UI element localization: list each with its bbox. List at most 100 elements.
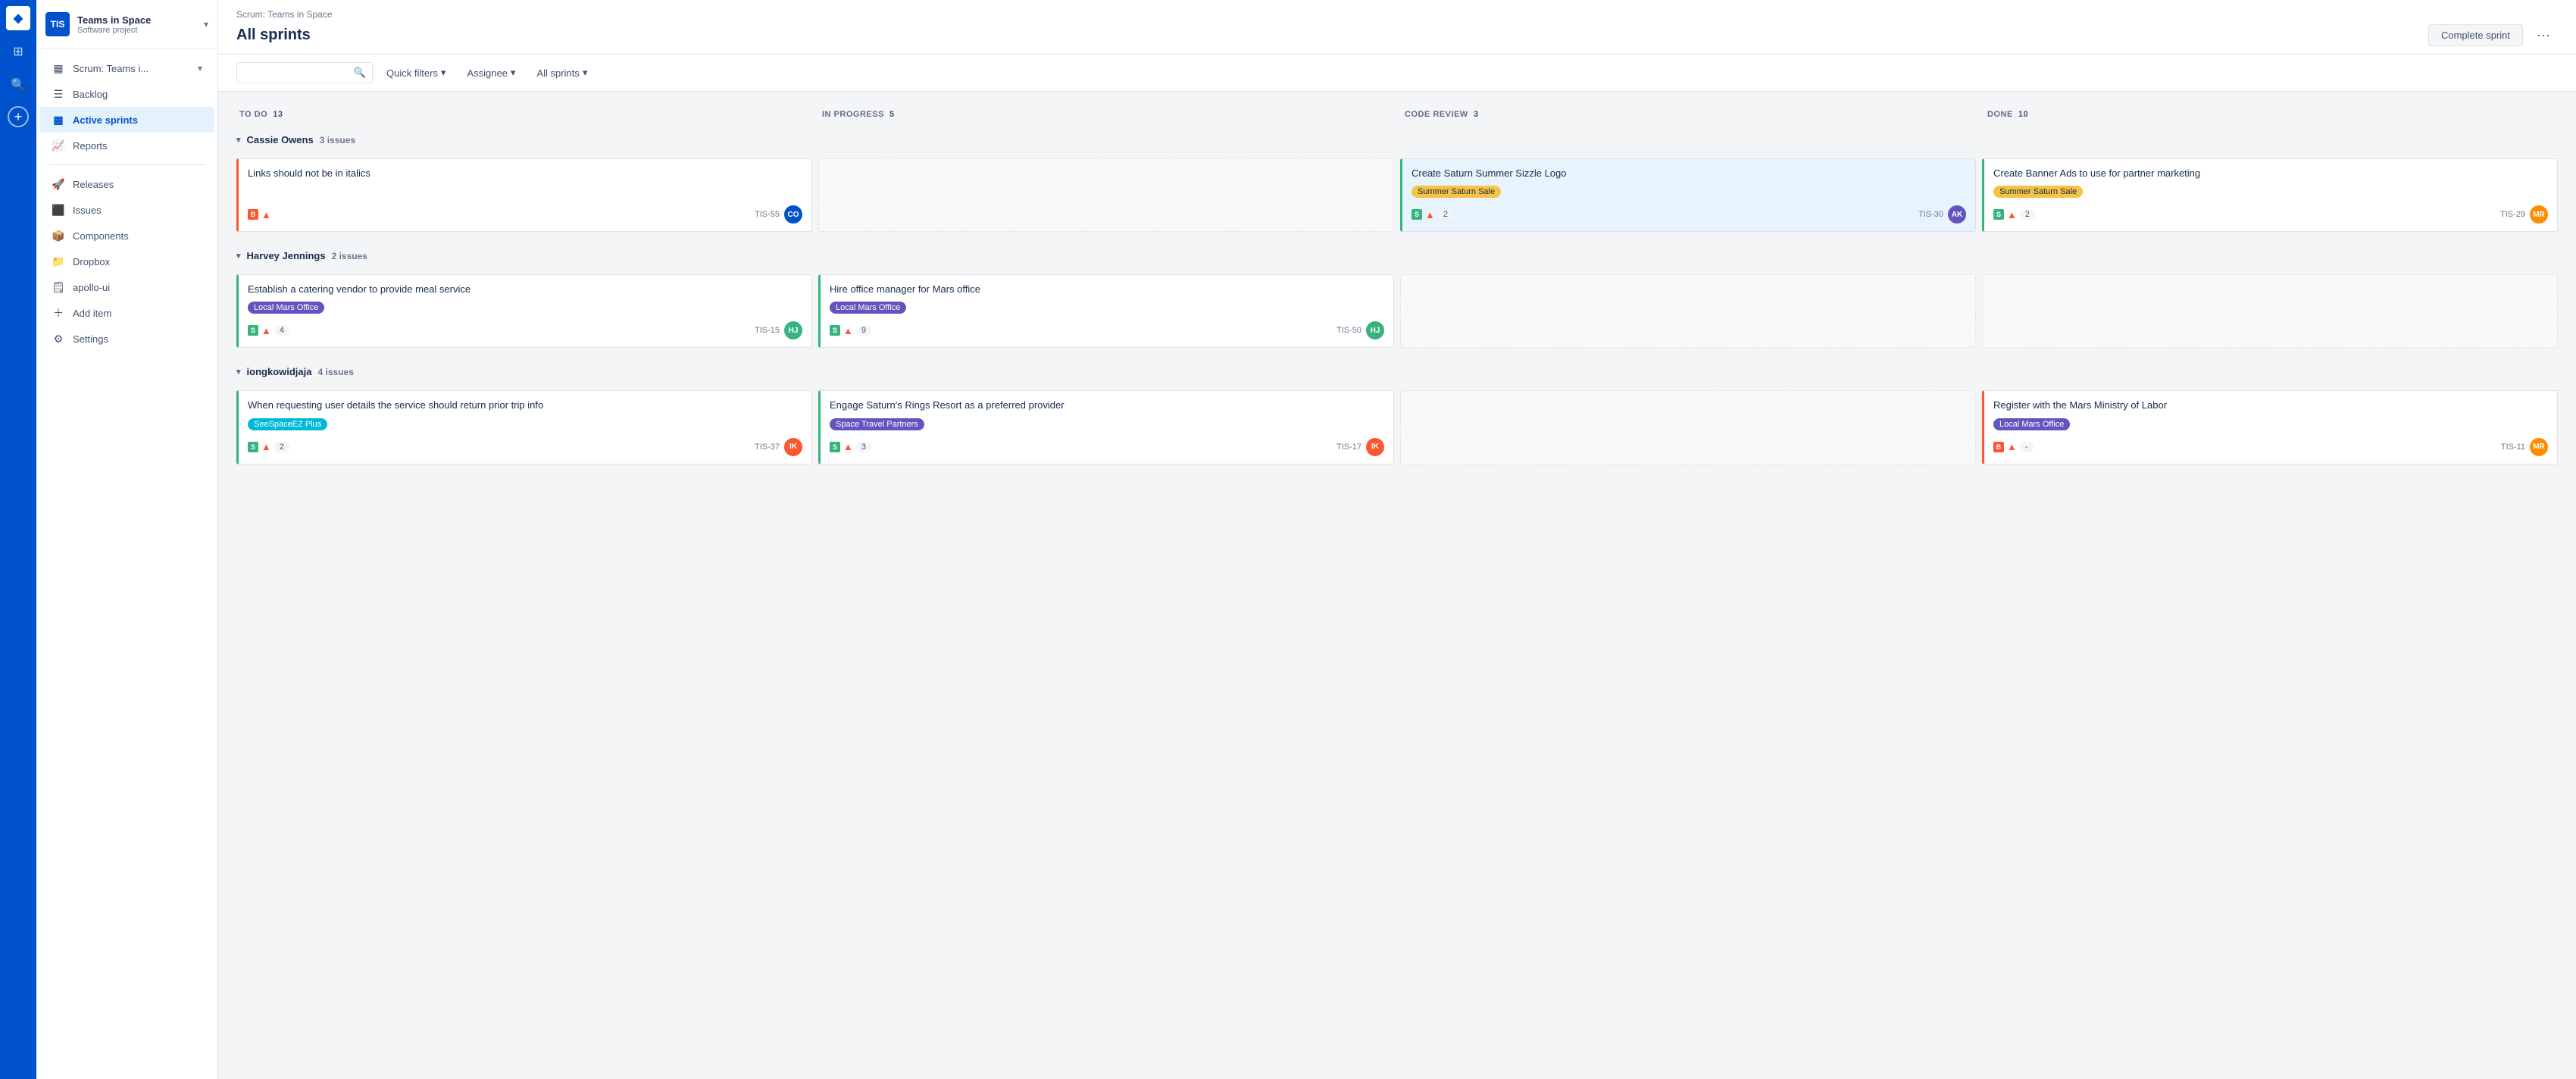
swimlane-cassie-header[interactable]: ▾ Cassie Owens 3 issues [236, 128, 2558, 152]
project-name: Teams in Space [77, 14, 196, 26]
breadcrumb: Scrum: Teams in Space [236, 0, 2558, 23]
avatar-hj2: HJ [1366, 321, 1384, 339]
card-tis-17-tag: Space Travel Partners [830, 418, 924, 430]
card-tis-30-count: 2 [1438, 209, 1453, 220]
avatar-ik: IK [784, 438, 802, 456]
quick-filters-button[interactable]: Quick filters ▾ [379, 62, 453, 83]
card-tis-11-title: Register with the Mars Ministry of Labor [1993, 399, 2548, 412]
bug-icon: B [248, 209, 258, 220]
card-tis-37[interactable]: When requesting user details the service… [236, 390, 812, 464]
sidebar-item-active-sprints[interactable]: ▦ Active sprints [39, 107, 214, 133]
sidebar-item-add-label: Add item [73, 308, 111, 319]
sidebar-item-releases[interactable]: 🚀 Releases [39, 171, 214, 197]
card-tis-50-left: S ▲ 9 [830, 325, 871, 336]
card-tis-30-left: S ▲ 2 [1411, 209, 1453, 220]
card-tis-11[interactable]: Register with the Mars Ministry of Labor… [1982, 390, 2558, 464]
card-tis-11-right: TIS-11 MR [2501, 438, 2548, 456]
card-tis-29-title: Create Banner Ads to use for partner mar… [1993, 167, 2548, 180]
swimlane-chevron-icon: ▾ [236, 367, 241, 377]
card-tis-50-footer: S ▲ 9 TIS-50 HJ [830, 321, 1384, 339]
sidebar-item-reports-label: Reports [73, 140, 108, 152]
harvey-codereview-empty [1400, 274, 1976, 348]
sidebar-header: TIS Teams in Space Software project ▾ [36, 0, 217, 49]
topbar: Scrum: Teams in Space All sprints Comple… [218, 0, 2576, 55]
sidebar-item-settings[interactable]: ⚙ Settings [39, 326, 214, 352]
card-tis-30-tag: Summer Saturn Sale [1411, 186, 1501, 198]
card-tis-55-left: B ▲ [248, 209, 271, 220]
card-tis-17-right: TIS-17 IK [1336, 438, 1384, 456]
project-icon: TIS [45, 12, 70, 36]
cassie-inprogress-empty [818, 158, 1394, 232]
card-tis-17[interactable]: Engage Saturn's Rings Resort as a prefer… [818, 390, 1394, 464]
story-icon: S [248, 325, 258, 336]
avatar-ik2: IK [1366, 438, 1384, 456]
card-tis-11-footer: B ▲ - TIS-11 MR [1993, 438, 2548, 456]
sidebar-item-issues[interactable]: ⬛ Issues [39, 197, 214, 223]
all-sprints-button[interactable]: All sprints ▾ [529, 62, 595, 83]
nav-search-icon[interactable]: 🔍 [6, 73, 30, 97]
sidebar-chevron-icon[interactable]: ▾ [204, 19, 208, 30]
avatar-ak: AK [1948, 205, 1966, 224]
swimlane-chevron-icon: ▾ [236, 251, 241, 261]
swimlane-cassie-count: 3 issues [320, 135, 355, 145]
all-sprints-chevron-icon: ▾ [583, 67, 588, 79]
card-tis-50-right: TIS-50 HJ [1336, 321, 1384, 339]
card-tis-15-right: TIS-15 HJ [755, 321, 802, 339]
card-tis-15-footer: S ▲ 4 TIS-15 HJ [248, 321, 802, 339]
sidebar-item-reports[interactable]: 📈 Reports [39, 133, 214, 158]
card-tis-29-left: S ▲ 2 [1993, 209, 2035, 220]
sidebar-item-scrum[interactable]: ▦ Scrum: Teams i... ▾ [39, 55, 214, 81]
main-content: Scrum: Teams in Space All sprints Comple… [218, 0, 2576, 1079]
sidebar-item-dropbox-label: Dropbox [73, 256, 110, 267]
priority-high-icon: ▲ [261, 325, 271, 336]
card-tis-15-left: S ▲ 4 [248, 325, 289, 336]
assignee-button[interactable]: Assignee ▾ [459, 62, 523, 83]
col-header-inprogress: IN PROGRESS 5 [819, 104, 1393, 125]
card-tis-17-footer: S ▲ 3 TIS-17 IK [830, 438, 1384, 456]
card-tis-37-count: 2 [274, 442, 289, 452]
harvey-done-empty [1982, 274, 2558, 348]
search-icon: 🔍 [354, 67, 366, 79]
project-sub: Software project [77, 26, 196, 35]
sidebar-item-backlog[interactable]: ☰ Backlog [39, 81, 214, 107]
sidebar-item-components[interactable]: 📦 Components [39, 223, 214, 249]
card-tis-29[interactable]: Create Banner Ads to use for partner mar… [1982, 158, 2558, 232]
col-header-codereview: CODE REVIEW 3 [1402, 104, 1975, 125]
complete-sprint-button[interactable]: Complete sprint [2428, 24, 2523, 46]
card-tis-50[interactable]: Hire office manager for Mars office Loca… [818, 274, 1394, 348]
card-tis-30[interactable]: Create Saturn Summer Sizzle Logo Summer … [1400, 158, 1976, 232]
swimlane-iong-header[interactable]: ▾ iongkowidjaja 4 issues [236, 360, 2558, 384]
card-tis-50-count: 9 [856, 325, 871, 336]
card-tis-17-count: 3 [856, 442, 871, 452]
card-tis-55-title: Links should not be in italics [248, 167, 802, 198]
card-tis-30-footer: S ▲ 2 TIS-30 AK [1411, 205, 1966, 224]
nav-add-button[interactable]: + [8, 106, 29, 127]
settings-icon: ⚙ [52, 332, 65, 346]
story-icon: S [830, 442, 840, 452]
swimlane-harvey-header[interactable]: ▾ Harvey Jennings 2 issues [236, 244, 2558, 268]
nav-home-icon[interactable]: ⊞ [6, 39, 30, 64]
card-tis-29-id: TIS-29 [2500, 210, 2525, 219]
card-tis-30-right: TIS-30 AK [1918, 205, 1966, 224]
card-tis-30-title: Create Saturn Summer Sizzle Logo [1411, 167, 1966, 180]
card-tis-17-left: S ▲ 3 [830, 441, 871, 452]
story-icon: S [248, 442, 258, 452]
app-logo[interactable]: ◆ [6, 6, 30, 30]
card-tis-55-footer: B ▲ TIS-55 CO [248, 205, 802, 224]
all-sprints-label: All sprints [536, 67, 579, 79]
priority-high-icon: ▲ [2007, 209, 2017, 220]
card-tis-50-title: Hire office manager for Mars office [830, 283, 1384, 296]
sidebar-item-dropbox[interactable]: 📁 Dropbox [39, 249, 214, 274]
card-tis-55[interactable]: Links should not be in italics B ▲ TIS-5… [236, 158, 812, 232]
swimlane-cassie-cards: Links should not be in italics B ▲ TIS-5… [236, 158, 2558, 232]
sidebar-item-add[interactable]: ＋ Add item [39, 300, 214, 326]
quick-filters-chevron-icon: ▾ [441, 67, 446, 79]
card-tis-15[interactable]: Establish a catering vendor to provide m… [236, 274, 812, 348]
card-tis-37-id: TIS-37 [755, 443, 780, 452]
card-tis-37-tag: SeeSpaceEZ Plus [248, 418, 327, 430]
priority-high-icon: ▲ [261, 209, 271, 220]
sidebar-item-apollo-ui[interactable]: 🗒 apollo-ui [39, 274, 214, 300]
search-input[interactable] [243, 67, 349, 79]
priority-high-icon: ▲ [843, 441, 853, 452]
more-options-button[interactable]: ··· [2529, 23, 2558, 48]
